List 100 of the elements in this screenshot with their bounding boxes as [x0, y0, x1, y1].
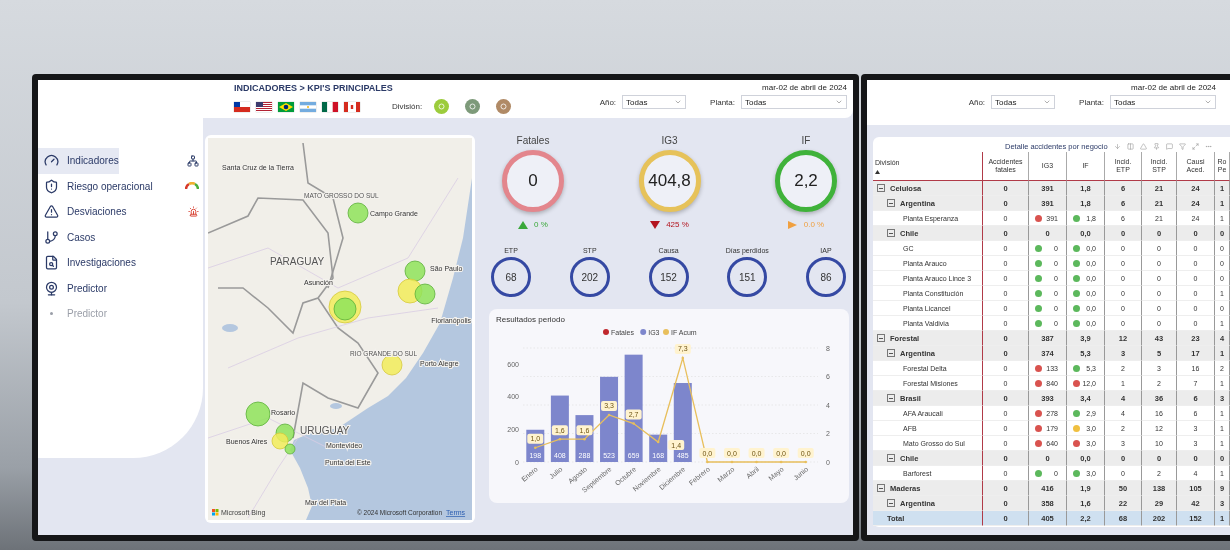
- kpi-change: 425 %: [666, 220, 689, 229]
- data-point[interactable]: [607, 413, 611, 417]
- data-point[interactable]: [534, 446, 537, 450]
- kpi-value: 151: [738, 271, 756, 283]
- collapse-icon[interactable]: [877, 184, 885, 192]
- collapse-icon[interactable]: [877, 334, 885, 342]
- chevron-icon: [1204, 98, 1212, 106]
- kpi-label: IG3: [661, 135, 678, 146]
- data-point[interactable]: [804, 460, 807, 464]
- sort-icon[interactable]: [875, 169, 880, 174]
- nav-item[interactable]: Riesgo operacional: [38, 173, 153, 199]
- date-text: mar-02 de abril de 2024: [1131, 83, 1216, 92]
- triangle-icon[interactable]: [1139, 142, 1147, 150]
- location-bubble[interactable]: [404, 260, 426, 282]
- collapse-icon[interactable]: [877, 484, 885, 492]
- collapse-icon[interactable]: [887, 349, 895, 357]
- collapse-icon[interactable]: [887, 454, 895, 462]
- page-title: INDICADORES > KPI'S PRINCIPALES: [234, 83, 394, 93]
- location-bubble[interactable]: [333, 297, 357, 321]
- location-bubble[interactable]: [284, 443, 296, 455]
- bar[interactable]: [624, 354, 643, 462]
- kpi-value: 86: [820, 271, 832, 283]
- collapse-icon[interactable]: [887, 229, 895, 237]
- location-bubble[interactable]: [381, 354, 403, 376]
- kpi-label: Fatales: [516, 135, 550, 146]
- division-icon[interactable]: [496, 99, 512, 114]
- collapse-icon[interactable]: [887, 394, 895, 402]
- filter-label: Planta:: [710, 97, 735, 107]
- collapse-icon[interactable]: [887, 499, 895, 507]
- data-point[interactable]: [656, 440, 660, 444]
- flag-icon[interactable]: [278, 101, 294, 112]
- division-icon[interactable]: [465, 99, 481, 114]
- arrow-down-icon[interactable]: [1113, 142, 1121, 150]
- kpi-value: 404,8: [648, 171, 691, 191]
- kpi-value: 152: [660, 271, 677, 283]
- filter-label: Planta:: [1079, 97, 1104, 107]
- kpi-value: 0: [528, 171, 538, 191]
- flag-icon[interactable]: [322, 101, 338, 112]
- comment-icon[interactable]: [1165, 142, 1173, 150]
- chevron-icon: [674, 98, 683, 106]
- kpi-value: 2,2: [794, 171, 818, 191]
- nav-item[interactable]: Indicadores: [38, 148, 119, 174]
- dot-icon: [50, 312, 53, 316]
- filter-dropdown[interactable]: Todas: [741, 95, 847, 109]
- filter-dropdown[interactable]: Todas: [1110, 95, 1216, 109]
- location-bubble[interactable]: [414, 283, 436, 305]
- chevron-icon: [1043, 98, 1052, 106]
- lake-shape: [330, 403, 342, 409]
- division-label: División:: [392, 102, 423, 111]
- collapse-icon[interactable]: [887, 199, 895, 207]
- gauge-icon: [185, 182, 199, 191]
- siren-icon: [188, 206, 199, 218]
- location-bubble[interactable]: [271, 432, 289, 450]
- flag-icon[interactable]: [344, 101, 360, 112]
- data-point[interactable]: [583, 437, 586, 441]
- nav-item[interactable]: Desviaciones: [38, 199, 127, 225]
- filter-icon[interactable]: [1178, 142, 1186, 150]
- pin-icon[interactable]: [1152, 142, 1160, 150]
- data-point[interactable]: [706, 460, 709, 464]
- date-text: mar-02 de abril de 2024: [762, 83, 847, 92]
- expand-icon[interactable]: [1191, 142, 1199, 150]
- bar[interactable]: [600, 376, 619, 462]
- data-point[interactable]: [730, 460, 734, 464]
- flag-icon[interactable]: [256, 101, 272, 112]
- kpi-value: 202: [581, 271, 599, 283]
- chevron-icon: [835, 98, 843, 106]
- data-point[interactable]: [558, 437, 562, 441]
- nav-item[interactable]: Investigaciones: [38, 250, 136, 276]
- columns-icon[interactable]: [1126, 142, 1134, 150]
- network-icon: [187, 154, 199, 167]
- webcam-icon: [44, 280, 59, 296]
- filter-label: Año:: [968, 97, 986, 107]
- search-icon: [44, 255, 59, 271]
- flag-icon[interactable]: [234, 101, 250, 112]
- filter-dropdown[interactable]: Todas: [622, 95, 687, 109]
- kpi-change: 0 %: [534, 220, 548, 229]
- warning-icon: [44, 204, 59, 220]
- nav-item[interactable]: Casos: [38, 224, 96, 250]
- kpi-change: 0.0 %: [803, 220, 825, 229]
- chart-title: Resultados periodo: [496, 315, 566, 324]
- bar[interactable]: [649, 434, 668, 462]
- data-point[interactable]: [755, 460, 758, 464]
- location-bubble[interactable]: [347, 202, 369, 224]
- nav-item[interactable]: Predictor: [38, 275, 107, 301]
- kpi-label: IF: [801, 135, 811, 146]
- shield-icon: [44, 178, 59, 194]
- data-point[interactable]: [779, 460, 783, 464]
- lake-shape: [222, 324, 238, 332]
- bar[interactable]: [673, 383, 692, 462]
- data-point[interactable]: [632, 422, 635, 425]
- filter-dropdown[interactable]: Todas: [991, 95, 1056, 109]
- division-icon[interactable]: [434, 99, 450, 114]
- location-bubble[interactable]: [245, 401, 271, 427]
- map-label: URUGUAY: [300, 425, 350, 436]
- map-label: PARAGUAY: [270, 256, 325, 267]
- filter-label: Año:: [599, 97, 617, 107]
- bing-logo-icon: [212, 509, 219, 516]
- data-point[interactable]: [681, 356, 685, 360]
- branch-icon: [44, 229, 59, 245]
- kpi-value: 68: [505, 271, 517, 283]
